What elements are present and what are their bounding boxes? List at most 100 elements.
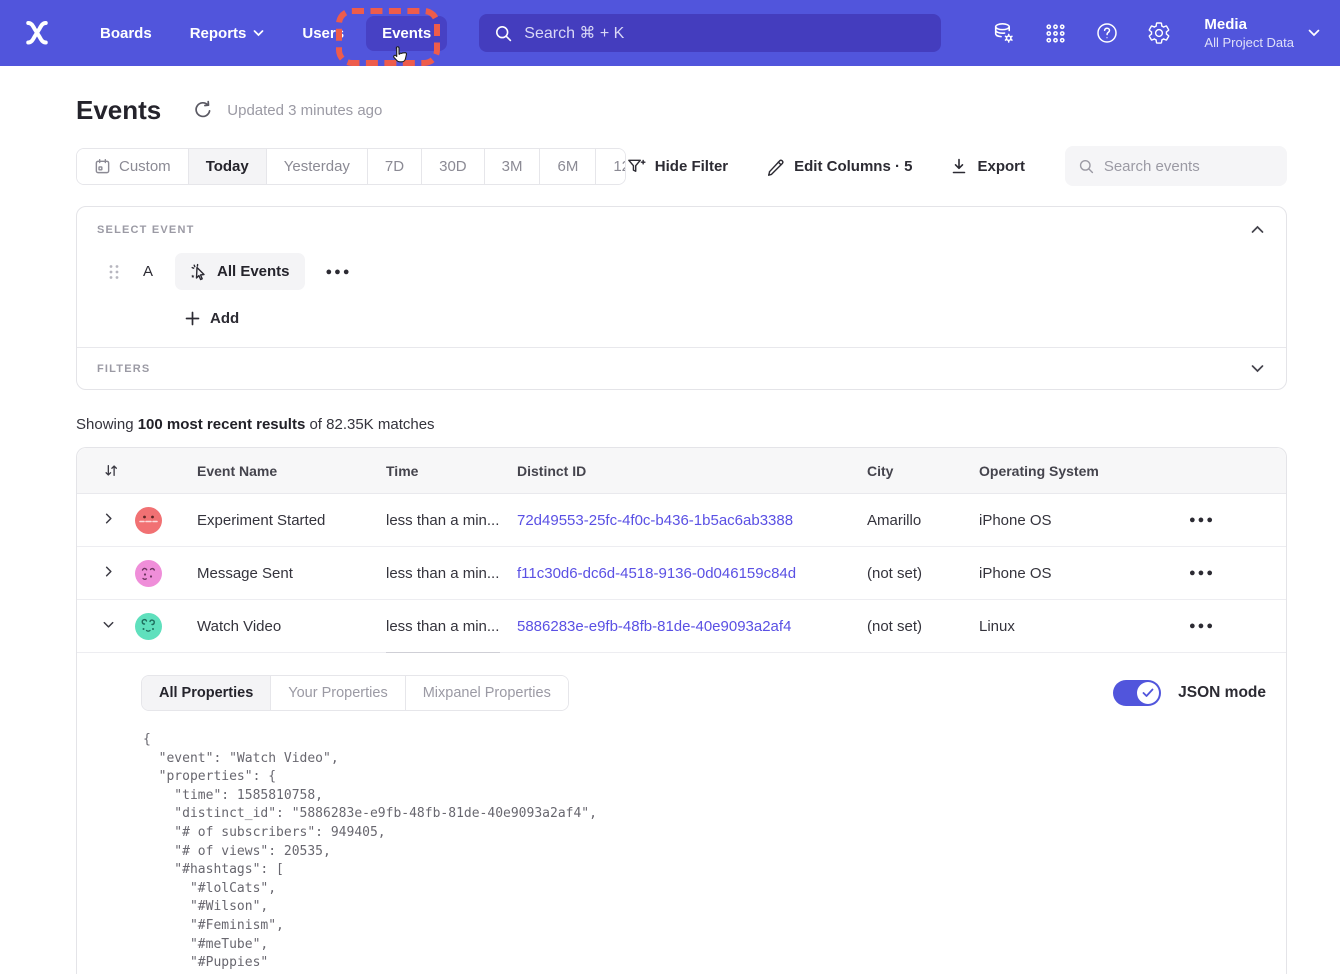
date-range-label: Today <box>206 158 249 175</box>
chevron-down-icon <box>253 29 264 37</box>
tab-your-properties[interactable]: Your Properties <box>271 676 405 710</box>
help-icon[interactable] <box>1094 20 1120 46</box>
project-switcher[interactable]: Media All Project Data <box>1204 15 1320 51</box>
results-summary-suffix: of 82.35K matches <box>309 416 434 433</box>
cell-distinct-id[interactable]: 72d49553-25fc-4f0c-b436-1b5ac6ab3388 <box>517 512 867 529</box>
event-query-row: A All Events ●●● <box>97 253 1266 290</box>
search-icon <box>1079 158 1094 175</box>
events-table: Event Name Time Distinct ID City Operati… <box>76 447 1287 974</box>
select-event-section: SELECT EVENT A All <box>77 207 1286 347</box>
collapse-row-button[interactable] <box>101 617 119 635</box>
table-row-expanded[interactable]: Watch Video less than a min... 5886283e-… <box>77 600 1286 653</box>
date-range-label: Yesterday <box>284 158 350 175</box>
properties-tabs: All Properties Your Properties Mixpanel … <box>141 675 569 711</box>
search-events-input[interactable] <box>1104 158 1273 175</box>
date-range-label: Custom <box>119 158 171 175</box>
expand-filters-button[interactable] <box>1249 362 1266 375</box>
column-header-city[interactable]: City <box>867 463 979 479</box>
refresh-button[interactable] <box>193 99 215 121</box>
nav-item-label: Reports <box>190 25 247 42</box>
chevron-down-icon <box>1308 29 1320 37</box>
cell-city: Amarillo <box>867 512 979 529</box>
nav-item-events[interactable]: Events <box>366 16 447 51</box>
apps-grid-icon[interactable] <box>1042 20 1068 46</box>
collapse-section-button[interactable] <box>1249 223 1266 236</box>
event-selector-chip[interactable]: All Events <box>175 253 305 290</box>
sort-icon[interactable] <box>103 462 119 479</box>
hide-filter-label: Hide Filter <box>655 158 728 175</box>
tab-all-properties[interactable]: All Properties <box>142 676 271 710</box>
expand-row-button[interactable] <box>101 564 119 582</box>
mixpanel-logo-icon[interactable] <box>20 16 54 50</box>
row-menu-button[interactable]: ●●● <box>1183 614 1221 638</box>
json-mode-label: JSON mode <box>1178 684 1266 702</box>
date-range-label: 7D <box>385 158 404 175</box>
column-header-os[interactable]: Operating System <box>979 463 1118 479</box>
table-row[interactable]: Experiment Started less than a min... 72… <box>77 494 1286 547</box>
avatar <box>135 507 162 534</box>
query-builder-card: SELECT EVENT A All <box>76 206 1287 390</box>
plus-icon <box>185 311 200 326</box>
json-mode-toggle[interactable] <box>1113 680 1161 706</box>
date-range-3m[interactable]: 3M <box>485 149 541 184</box>
data-management-icon[interactable] <box>990 20 1016 46</box>
controls-row: Custom Today Yesterday 7D 30D 3M 6M 12M … <box>76 146 1287 186</box>
row-menu-button[interactable]: ●●● <box>1183 508 1221 532</box>
event-detail-panel: All Properties Your Properties Mixpanel … <box>77 653 1286 974</box>
date-range-12m[interactable]: 12M <box>596 149 625 184</box>
cell-distinct-id[interactable]: 5886283e-e9fb-48fb-81de-40e9093a2af4 <box>517 618 867 635</box>
row-menu-button[interactable]: ●●● <box>1183 561 1221 585</box>
cell-os: iPhone OS <box>979 512 1118 529</box>
event-chip-label: All Events <box>217 263 290 280</box>
date-range-custom[interactable]: Custom <box>77 149 189 184</box>
top-navbar: Boards Reports Users Events Search ⌘ + K <box>0 0 1340 66</box>
search-events-field[interactable] <box>1065 146 1287 186</box>
date-range-30d[interactable]: 30D <box>422 149 485 184</box>
cell-city: (not set) <box>867 565 979 582</box>
cell-city: (not set) <box>867 618 979 635</box>
tab-mixpanel-properties[interactable]: Mixpanel Properties <box>406 676 568 710</box>
date-range-7d[interactable]: 7D <box>368 149 422 184</box>
date-range-yesterday[interactable]: Yesterday <box>267 149 368 184</box>
add-event-button[interactable]: Add <box>185 310 239 327</box>
chevron-right-icon <box>101 511 116 526</box>
date-range-label: 6M <box>557 158 578 175</box>
global-search-input[interactable]: Search ⌘ + K <box>479 14 941 52</box>
refresh-icon <box>193 100 213 120</box>
export-button[interactable]: Export <box>950 157 1025 175</box>
updated-timestamp: Updated 3 minutes ago <box>227 102 382 119</box>
all-events-cursor-icon <box>190 263 208 281</box>
filters-section: FILTERS <box>77 347 1286 389</box>
title-row: Events Updated 3 minutes ago <box>76 94 1287 126</box>
event-row-menu-button[interactable]: ●●● <box>320 260 358 284</box>
page-title: Events <box>76 95 161 126</box>
add-label: Add <box>210 310 239 327</box>
export-label: Export <box>977 158 1025 175</box>
nav-item-label: Boards <box>100 25 152 42</box>
project-scope: All Project Data <box>1204 34 1294 51</box>
results-summary-count: 100 most recent results <box>138 416 306 433</box>
primary-nav: Boards Reports Users Events <box>84 16 447 51</box>
date-range-6m[interactable]: 6M <box>540 149 596 184</box>
nav-item-users[interactable]: Users <box>286 16 360 51</box>
hide-filter-button[interactable]: Hide Filter <box>626 156 728 176</box>
settings-gear-icon[interactable] <box>1146 20 1172 46</box>
drag-handle-icon[interactable] <box>107 263 121 281</box>
global-search-placeholder: Search ⌘ + K <box>524 23 624 43</box>
cell-distinct-id[interactable]: f11c30d6-dc6d-4518-9136-0d046159c84d <box>517 565 867 582</box>
column-header-time[interactable]: Time <box>386 463 517 479</box>
expand-row-button[interactable] <box>101 511 119 529</box>
edit-columns-button[interactable]: Edit Columns · 5 <box>766 157 912 176</box>
toggle-knob <box>1137 682 1159 704</box>
table-row[interactable]: Message Sent less than a min... f11c30d6… <box>77 547 1286 600</box>
column-header-event-name[interactable]: Event Name <box>197 463 386 479</box>
chevron-down-icon <box>101 617 116 632</box>
nav-item-boards[interactable]: Boards <box>84 16 168 51</box>
cell-os: iPhone OS <box>979 565 1118 582</box>
project-name: Media <box>1204 15 1294 34</box>
column-header-distinct-id[interactable]: Distinct ID <box>517 463 867 479</box>
date-range-today[interactable]: Today <box>189 149 267 184</box>
json-mode-control: JSON mode <box>1113 680 1266 706</box>
table-toolbar: Hide Filter Edit Columns · 5 Export <box>626 146 1287 186</box>
nav-item-reports[interactable]: Reports <box>174 16 281 51</box>
